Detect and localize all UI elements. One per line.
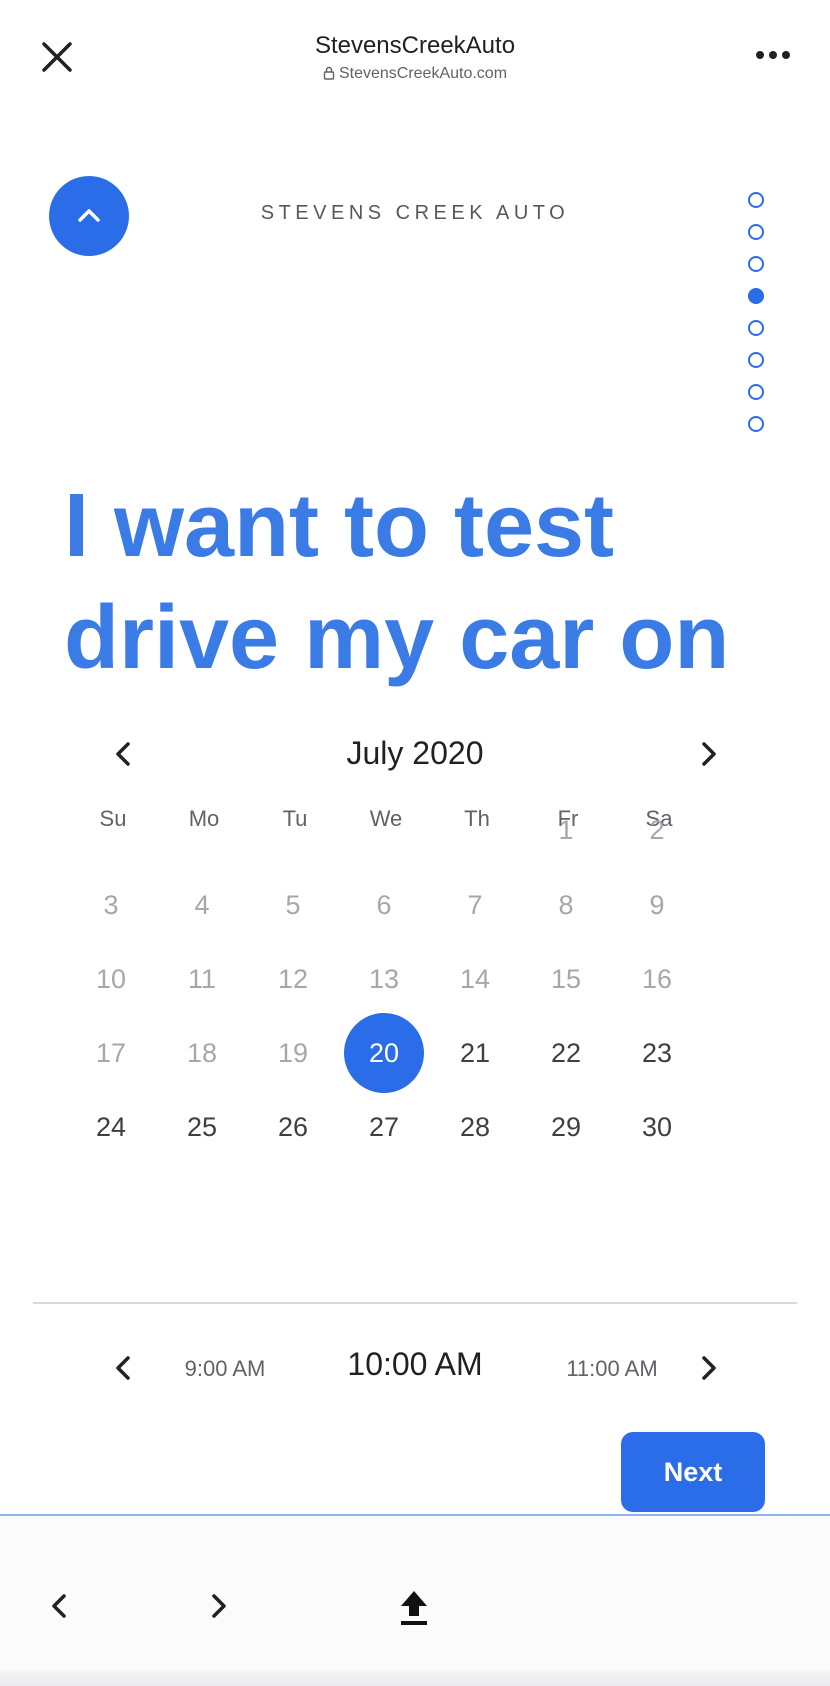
time-option-previous[interactable]: 9:00 AM <box>170 1356 280 1382</box>
site-title: StevensCreekAuto <box>314 32 516 59</box>
lock-icon <box>323 66 335 85</box>
calendar-day: 19 <box>277 1038 309 1068</box>
brand-name: STEVENS CREEK AUTO <box>260 202 570 224</box>
chevron-left-icon <box>52 1594 66 1618</box>
chevron-right-icon <box>702 742 716 766</box>
weekday-label: Th <box>464 806 490 831</box>
previous-time-button[interactable] <box>108 1352 140 1384</box>
time-option-selected[interactable]: 10:00 AM <box>320 1346 510 1383</box>
calendar-day: 4 <box>194 890 210 920</box>
calendar-day-selected[interactable]: 20 <box>344 1013 424 1093</box>
progress-step-dot[interactable] <box>748 352 764 368</box>
time-option-next[interactable]: 11:00 AM <box>552 1356 672 1382</box>
calendar-day: 14 <box>459 964 491 994</box>
calendar-day: 3 <box>103 890 119 920</box>
next-button[interactable]: Next <box>621 1432 765 1512</box>
calendar-day: 17 <box>95 1038 127 1068</box>
divider <box>33 1302 797 1304</box>
calendar-day[interactable]: 27 <box>344 1087 424 1167</box>
next-month-button[interactable] <box>692 738 724 770</box>
weekday-label: We <box>369 806 403 831</box>
calendar-day: 13 <box>368 964 400 994</box>
calendar-day[interactable]: 25 <box>162 1087 242 1167</box>
calendar-day: 15 <box>550 964 582 994</box>
share-upload-icon[interactable] <box>396 1588 432 1628</box>
calendar-day: 16 <box>641 964 673 994</box>
calendar-day: 9 <box>649 890 665 920</box>
calendar-day: 5 <box>285 890 301 920</box>
calendar-day: 10 <box>95 964 127 994</box>
calendar-day: 11 <box>187 964 217 994</box>
browser-back-button[interactable] <box>44 1590 76 1622</box>
progress-step-dot[interactable] <box>748 384 764 400</box>
home-indicator <box>0 1670 830 1686</box>
calendar-day: 2 <box>649 815 665 845</box>
chevron-left-icon <box>116 1356 130 1380</box>
weekday-label: Tu <box>282 806 308 831</box>
calendar-day[interactable]: 24 <box>71 1087 151 1167</box>
calendar-day[interactable]: 29 <box>526 1087 606 1167</box>
chevron-right-icon <box>702 1356 716 1380</box>
calendar-day: 8 <box>558 890 574 920</box>
weekday-label: Mo <box>188 806 220 831</box>
progress-step-dot[interactable] <box>748 320 764 336</box>
weekday-label: Su <box>99 806 127 831</box>
calendar-day: 1 <box>558 815 574 845</box>
site-url-row: StevensCreekAuto.com <box>0 65 830 85</box>
progress-step-dot[interactable] <box>748 192 764 208</box>
progress-step-dot[interactable] <box>748 416 764 432</box>
progress-step-dot[interactable] <box>748 224 764 240</box>
calendar-day: 7 <box>467 890 483 920</box>
progress-step-dot[interactable] <box>748 288 764 304</box>
calendar-day[interactable]: 26 <box>253 1087 333 1167</box>
site-url: StevensCreekAuto.com <box>338 65 508 82</box>
more-horizontal-icon[interactable] <box>752 40 794 70</box>
progress-steps <box>748 192 766 448</box>
chevron-right-icon <box>212 1594 226 1618</box>
browser-forward-button[interactable] <box>202 1590 234 1622</box>
calendar-day: 6 <box>376 890 392 920</box>
calendar-day[interactable]: 28 <box>435 1087 515 1167</box>
calendar-day[interactable]: 30 <box>617 1087 697 1167</box>
calendar-day[interactable]: 21 <box>435 1013 515 1093</box>
next-time-button[interactable] <box>692 1352 724 1384</box>
progress-step-dot[interactable] <box>748 256 764 272</box>
calendar-day: 12 <box>277 964 309 994</box>
headline-line-2: drive my car on <box>64 588 730 688</box>
page-headline: I want to test drive my car on <box>64 470 784 694</box>
calendar-day[interactable]: 22 <box>526 1013 606 1093</box>
headline-line-1: I want to test <box>64 476 615 576</box>
calendar-day: 18 <box>186 1038 218 1068</box>
calendar-day[interactable]: 23 <box>617 1013 697 1093</box>
